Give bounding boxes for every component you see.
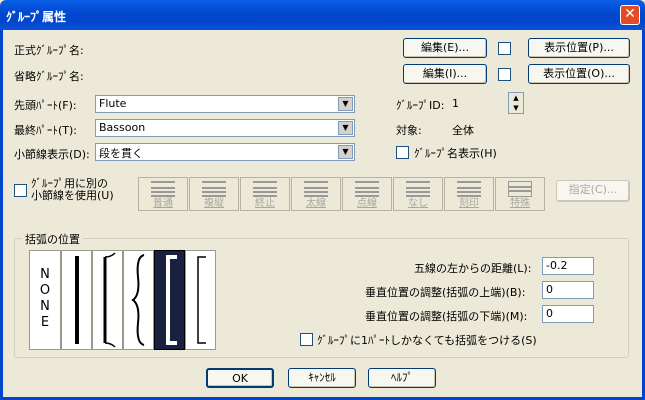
bracket-line-button[interactable] (61, 250, 92, 350)
window-title: ｸﾞﾙｰﾌﾟ属性 (6, 10, 67, 24)
barline-custom-button[interactable]: 特殊 (495, 177, 545, 211)
bracket-position-legend: 括弧の位置 (22, 231, 83, 247)
barline-dashed-label: 点線 (357, 198, 377, 209)
thick-line-bracket-icon (75, 256, 79, 344)
bracket-thin-square-button[interactable] (185, 250, 216, 350)
barline-final-label: 終止 (255, 198, 275, 209)
barline-normal-button[interactable]: 普通 (138, 177, 188, 211)
none-letter: E (40, 315, 50, 330)
chevron-down-icon[interactable]: ▼ (338, 97, 353, 111)
barline-display-label: 小節線表示(D): (14, 148, 90, 161)
chevron-down-icon[interactable]: ▼ (338, 145, 353, 159)
none-letter: N (40, 299, 50, 314)
barline-double-button[interactable]: 複縦 (189, 177, 239, 211)
single-part-bracket-checkbox[interactable] (300, 333, 313, 346)
formal-name-label: 正式ｸﾞﾙｰﾌﾟ名: (14, 44, 84, 57)
title-bar (0, 0, 645, 30)
square-bracket-icon (166, 255, 177, 345)
group-id-label: ｸﾞﾙｰﾌﾟID: (396, 99, 445, 112)
single-part-bracket-label: ｸﾞﾙｰﾌﾟに1ﾊﾟｰﾄしかなくても括弧をつける(S) (317, 334, 537, 347)
edit-short-name-button[interactable]: 編集(I)... (403, 64, 487, 84)
curved-bracket-icon (103, 252, 116, 348)
barline-tick-label: 刻印 (459, 198, 479, 209)
vertical-top-label: 垂直位置の調整(括弧の上端)(B): (365, 286, 526, 299)
barline-double-label: 複縦 (204, 198, 224, 209)
barline-normal-label: 普通 (153, 198, 173, 209)
vertical-bottom-label: 垂直位置の調整(括弧の下端)(M): (365, 310, 528, 323)
close-button[interactable]: ✕ (620, 5, 640, 25)
last-part-value: Bassoon (99, 121, 146, 134)
bracket-square-button-selected[interactable] (154, 250, 185, 350)
show-group-name-checkbox[interactable] (396, 146, 409, 159)
vertical-top-input[interactable]: 0 (542, 281, 594, 299)
barline-final-button[interactable]: 終止 (240, 177, 290, 211)
separate-barline-line2: 小節線を使用(U) (31, 189, 114, 202)
ok-button[interactable]: OK (206, 368, 274, 388)
barline-display-select[interactable]: 段を貫く ▼ (95, 143, 355, 161)
barline-dashed-button[interactable]: 点線 (342, 177, 392, 211)
distance-input[interactable]: -0.2 (542, 257, 594, 275)
first-part-select[interactable]: Flute ▼ (95, 95, 355, 113)
distance-label: 五線の左からの距離(L): (414, 262, 532, 275)
brace-icon (131, 254, 145, 346)
first-part-value: Flute (99, 97, 127, 110)
target-label: 対象: (396, 124, 422, 137)
barline-thick-button[interactable]: 太線 (291, 177, 341, 211)
barline-custom-label: 特殊 (510, 198, 530, 209)
none-letter: N (40, 267, 50, 282)
barline-none-label: なし (408, 198, 428, 209)
bracket-none-button[interactable]: N O N E (29, 250, 61, 350)
display-position-formal-button[interactable]: 表示位置(P)... (528, 38, 630, 58)
short-name-checkbox[interactable] (498, 68, 511, 81)
none-letter: O (39, 283, 51, 298)
first-part-label: 先頭ﾊﾟｰﾄ(F): (14, 99, 77, 112)
specify-button[interactable]: 指定(C)... (556, 180, 630, 202)
display-position-short-button[interactable]: 表示位置(O)... (528, 64, 630, 84)
bracket-curved-button[interactable] (92, 250, 123, 350)
edit-formal-name-button[interactable]: 編集(E)... (403, 38, 487, 58)
short-name-label: 省略ｸﾞﾙｰﾌﾟ名: (14, 70, 84, 83)
show-group-name-label: ｸﾞﾙｰﾌﾟ名表示(H) (414, 147, 497, 160)
barline-tick-button[interactable]: 刻印 (444, 177, 494, 211)
group-id-value: 1 (452, 97, 459, 110)
formal-name-checkbox[interactable] (498, 42, 511, 55)
bracket-brace-button[interactable] (123, 250, 154, 350)
barline-display-value: 段を貫く (99, 147, 143, 160)
separate-barline-label: ｸﾞﾙｰﾌﾟ用に別の 小節線を使用(U) (31, 178, 114, 202)
barline-none-button[interactable]: なし (393, 177, 443, 211)
vertical-bottom-input[interactable]: 0 (542, 305, 594, 323)
last-part-select[interactable]: Bassoon ▼ (95, 119, 355, 137)
window-frame-left (0, 30, 3, 400)
barline-thick-label: 太線 (306, 198, 326, 209)
chevron-down-icon[interactable]: ▼ (338, 121, 353, 135)
group-id-spinner[interactable]: ▲ ▼ (508, 92, 524, 114)
separate-barline-checkbox[interactable] (14, 184, 27, 197)
target-value: 全体 (452, 124, 474, 137)
thin-square-bracket-icon (197, 256, 206, 344)
cancel-button[interactable]: ｷｬﾝｾﾙ (288, 368, 356, 388)
last-part-label: 最終ﾊﾟｰﾄ(T): (14, 124, 78, 137)
help-button[interactable]: ﾍﾙﾌﾟ (368, 368, 436, 388)
